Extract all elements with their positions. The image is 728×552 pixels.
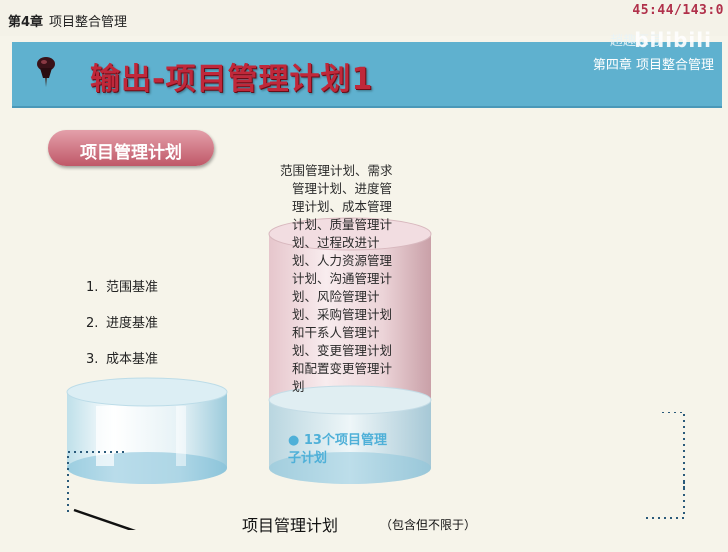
plan-text-line: 划、变更管理计划 — [292, 343, 393, 358]
watermark-logo: bilibili — [634, 28, 712, 52]
chapter-label: 第四章 项目整合管理 — [592, 58, 714, 73]
chapter-topic: 项目整合管理 — [49, 15, 128, 30]
playback-timer: 45:44/143:0 — [632, 3, 724, 18]
chapter-number: 第4章 — [8, 15, 44, 30]
baseline-number: 2. — [86, 316, 99, 331]
baseline-item: 1. 范围基准 — [86, 276, 158, 312]
baseline-item: 2. 进度基准 — [86, 312, 158, 348]
pushpin-icon — [37, 57, 55, 87]
plan-text-line: 划 — [292, 379, 305, 394]
baselines-list: 1. 范围基准 2. 进度基准 3. 成本基准 — [86, 276, 158, 384]
plan-text-line: 范围管理计划、需求 — [280, 163, 393, 178]
section-badge: 项目管理计划 — [48, 130, 214, 166]
plan-text-line: 理计划、成本管理 — [292, 199, 393, 214]
plan-text-line: 划、人力资源管理 — [292, 253, 393, 268]
chapter-heading: 第4章 项目整合管理 — [8, 11, 127, 30]
plan-text-line: 和配置变更管理计 — [292, 361, 393, 376]
plan-components-list: 范围管理计划、需求 管理计划、进度管 理计划、成本管理 计划、质量管理计 划、过… — [280, 162, 412, 396]
slide-banner: 输出-项目管理计划1 趙趣忑号 bilibili 第四章 项目整合管理 — [12, 28, 722, 108]
baseline-number: 3. — [86, 352, 99, 367]
bottom-caption: 项目管理计划 — [242, 516, 339, 535]
plan-text-line: 划、风险管理计 — [292, 289, 380, 304]
baseline-label: 范围基准 — [106, 280, 159, 295]
plan-text-line: 计划、质量管理计 — [292, 217, 393, 232]
dotted-frame — [67, 412, 685, 530]
plan-text-line: 划、过程改进计 — [292, 235, 380, 250]
baseline-number: 1. — [86, 280, 99, 295]
plan-text-line: 管理计划、进度管 — [292, 181, 393, 196]
slide-title: 输出-项目管理计划1 — [90, 62, 374, 97]
bottom-note: （包含但不限于） — [380, 518, 477, 532]
plan-text-line: 计划、沟通管理计 — [292, 271, 393, 286]
plan-text-line: 和干系人管理计 — [292, 325, 380, 340]
section-badge-label: 项目管理计划 — [80, 143, 182, 163]
baseline-label: 成本基准 — [106, 352, 159, 367]
baseline-label: 进度基准 — [106, 316, 159, 331]
plan-text-line: 划、采购管理计划 — [292, 307, 393, 322]
baseline-item: 3. 成本基准 — [86, 348, 158, 384]
